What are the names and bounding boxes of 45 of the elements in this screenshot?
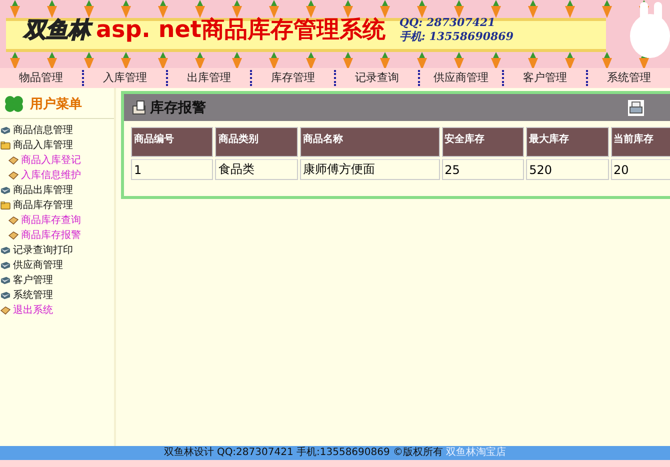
- folder-icon: [0, 201, 11, 210]
- menu-item[interactable]: 商品入库管理: [0, 138, 114, 153]
- table-cell: 20: [610, 159, 670, 180]
- brand-name: 双鱼林: [24, 14, 90, 44]
- menu-item[interactable]: 退出系统: [0, 303, 114, 318]
- nav-link[interactable]: 库存管理: [250, 70, 334, 86]
- menu-item[interactable]: 商品入库登记: [0, 153, 114, 168]
- copyright-text: 双鱼林设计 QQ:287307421 手机:13558690869 ©版权所有: [164, 447, 444, 458]
- qq-text: QQ: 287307421: [399, 16, 496, 28]
- nav-link[interactable]: 记录查询: [334, 70, 418, 86]
- menu-item[interactable]: 入库信息维护: [0, 168, 114, 183]
- menu-item[interactable]: 商品库存报警: [0, 228, 114, 243]
- nav-link[interactable]: 物品管理: [0, 70, 82, 86]
- column-header: 商品名称: [300, 127, 440, 157]
- column-header: 最大库存: [526, 127, 609, 157]
- menu-title: 用户菜单: [30, 96, 82, 113]
- column-header: 安全库存: [442, 127, 524, 157]
- menu-item[interactable]: 记录查询打印: [0, 243, 114, 258]
- nav-link[interactable]: 入库管理: [82, 70, 166, 86]
- nav-link[interactable]: 供应商管理: [418, 70, 502, 86]
- menu-item[interactable]: 商品信息管理: [0, 123, 114, 138]
- nav-link[interactable]: 系统管理: [586, 70, 670, 86]
- clover-icon: [2, 94, 26, 114]
- menu-item[interactable]: 商品库存管理: [0, 198, 114, 213]
- table-cell: 康师傅方便面: [300, 159, 440, 180]
- menu-item[interactable]: 客户管理: [0, 273, 114, 288]
- printer-icon[interactable]: [628, 100, 644, 116]
- document-icon: [132, 100, 148, 115]
- folder-icon: [0, 141, 11, 150]
- table-cell: 520: [526, 159, 609, 180]
- nav-link[interactable]: 客户管理: [502, 70, 586, 86]
- menu-item[interactable]: 商品库存查询: [0, 213, 114, 228]
- site-title: asp. net商品库存管理系统: [96, 16, 386, 45]
- column-header: 商品编号: [131, 127, 214, 157]
- column-header: 商品类别: [215, 127, 298, 157]
- menu-item[interactable]: 商品出库管理: [0, 183, 114, 198]
- nav-link[interactable]: 出库管理: [166, 70, 250, 86]
- menu-item[interactable]: 系统管理: [0, 288, 114, 303]
- panel-title: 库存报警: [150, 98, 206, 116]
- table-cell: 食品类: [215, 159, 298, 180]
- phone-text: 手机: 13558690869: [399, 28, 514, 44]
- table-cell: 25: [442, 159, 524, 180]
- menu-item[interactable]: 供应商管理: [0, 258, 114, 273]
- column-header: 当前库存: [610, 127, 670, 157]
- table-cell: 1: [131, 159, 214, 180]
